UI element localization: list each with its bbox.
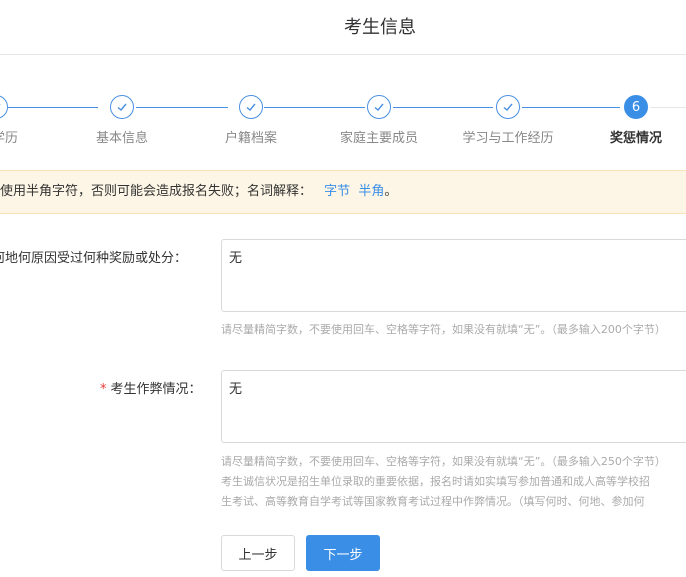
notice-end: 。	[384, 184, 398, 199]
step-connector	[393, 107, 493, 108]
cheating-textarea[interactable]: 无	[221, 370, 686, 443]
reward-hint: 请尽量精简字数，不要使用回车、空格等字符，如果没有就填“无”。（最多输入200个…	[221, 323, 666, 336]
step-connector	[650, 107, 686, 108]
step-4-check-icon	[367, 95, 391, 119]
notice-banner: 使用半角字符，否则可能会造成报名失败；名词解释： 字节 半角。	[0, 170, 686, 214]
step-connector	[136, 107, 228, 108]
step-connector	[8, 107, 98, 108]
progress-steps: 6 学历 基本信息 户籍档案 家庭主要成员 学习与工作经历 奖惩情况	[0, 88, 686, 148]
step-connector	[522, 107, 620, 108]
step-label-rewards: 奖惩情况	[609, 131, 663, 146]
cheating-hint-2: 考生诚信状况是招生单位录取的重要依据，报名时请如实填写参加普通和成人高等学校招	[221, 475, 650, 488]
reward-textarea[interactable]: 无	[221, 239, 686, 312]
previous-step-button[interactable]: 上一步	[221, 535, 295, 571]
step-label-basic-info: 基本信息	[95, 131, 149, 146]
step-label-household: 户籍档案	[224, 131, 278, 146]
step-label-education: 学历	[0, 131, 19, 146]
notice-link-halfwidth[interactable]: 半角	[358, 184, 384, 199]
cheating-hint-1: 请尽量精简字数，不要使用回车、空格等字符，如果没有就填“无”。（最多输入250个…	[221, 455, 666, 468]
page-title: 考生信息	[344, 17, 416, 38]
notice-link-byte[interactable]: 字节	[324, 184, 350, 199]
cheating-hint-3: 生考试、高等教育自学考试等国家教育考试过程中作弊情况。（填写何时、何地、参加何	[221, 495, 645, 508]
required-mark: *	[100, 382, 107, 397]
notice-text: 使用半角字符，否则可能会造成报名失败；名词解释：	[0, 184, 313, 199]
cheating-label-text: 考生作弊情况：	[110, 382, 202, 397]
page-header: 考生信息	[0, 0, 686, 55]
step-label-study-work: 学习与工作经历	[462, 131, 554, 146]
step-1-check-icon	[0, 95, 8, 119]
step-2-check-icon	[110, 95, 134, 119]
step-5-check-icon	[496, 95, 520, 119]
next-step-button[interactable]: 下一步	[306, 535, 380, 571]
reward-label: 何地何原因受过何种奖励或处分：	[0, 251, 188, 266]
step-connector	[264, 107, 365, 108]
step-6-number: 6	[631, 99, 641, 115]
cheating-label: * 考生作弊情况：	[100, 378, 202, 397]
step-6-current: 6	[624, 95, 648, 119]
step-3-check-icon	[239, 95, 263, 119]
step-label-family: 家庭主要成员	[339, 131, 419, 146]
